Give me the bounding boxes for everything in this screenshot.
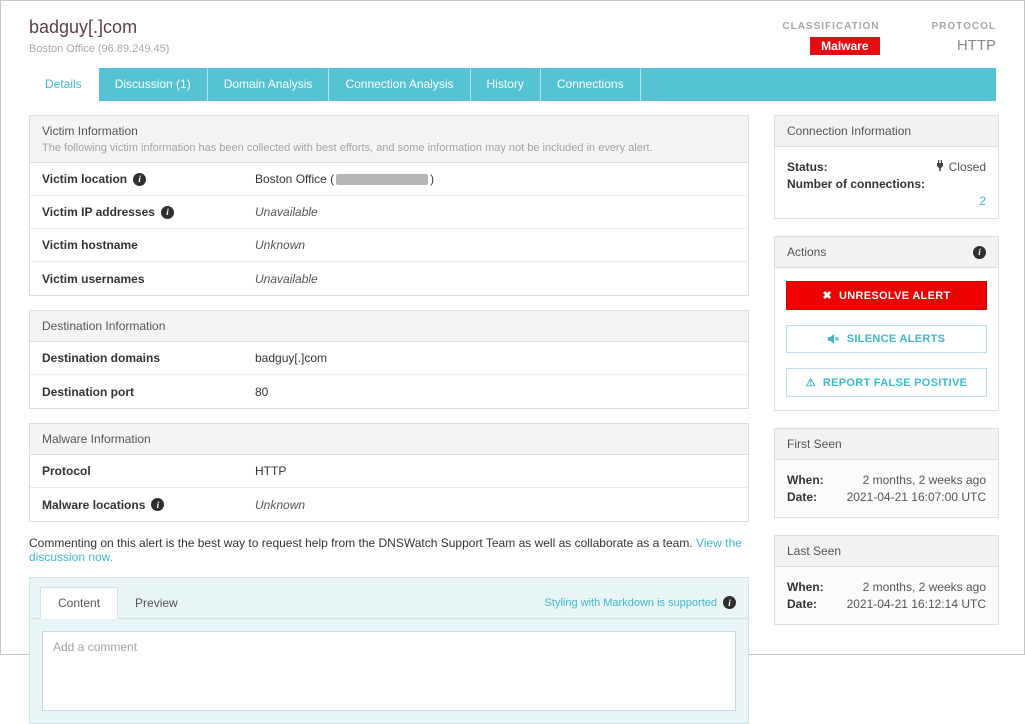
destination-info-title: Destination Information [30, 311, 748, 342]
malware-locations-value: Unknown [255, 498, 305, 512]
classification-label: CLASSIFICATION [782, 21, 879, 32]
victim-ip-row: Victim IP addresses i Unavailable [30, 196, 748, 229]
main-column: Victim Information The following victim … [29, 115, 749, 724]
victim-hostname-label: Victim hostname [42, 238, 138, 252]
victim-location-value: Boston Office ( [255, 172, 334, 186]
destination-info-panel: Destination Information Destination doma… [29, 310, 749, 409]
page-header: badguy[.]com Boston Office (96.89.249.45… [1, 1, 1024, 55]
destination-domains-value: badguy[.]com [255, 351, 327, 365]
victim-ip-value: Unavailable [255, 205, 318, 219]
last-seen-date-value: 2021-04-21 16:12:14 UTC [847, 597, 986, 611]
tab-history[interactable]: History [471, 68, 541, 101]
protocol-row-value: HTTP [255, 464, 286, 478]
markdown-note: Styling with Markdown is supported i [545, 596, 736, 618]
protocol-row: Protocol HTTP [30, 455, 748, 488]
info-icon[interactable]: i [133, 173, 146, 186]
malware-badge: Malware [810, 37, 879, 55]
classification-block: CLASSIFICATION Malware [782, 21, 879, 55]
connection-info-title: Connection Information [775, 116, 998, 147]
first-seen-title: First Seen [775, 429, 998, 460]
tab-connections[interactable]: Connections [541, 68, 641, 101]
victim-hostname-row: Victim hostname Unknown [30, 229, 748, 262]
malware-locations-label: Malware locations [42, 498, 145, 512]
connections-count-link[interactable]: 2 [787, 194, 986, 208]
close-icon: ✖ [823, 289, 833, 302]
last-seen-when-row: When: 2 months, 2 weeks ago [787, 580, 986, 594]
comment-tabs: Content Preview Styling with Markdown is… [30, 578, 748, 619]
status-row: Status: Closed [787, 160, 986, 174]
protocol-row-label: Protocol [42, 464, 255, 478]
redacted-ip [336, 174, 428, 185]
actions-panel: Actions i ✖ UNRESOLVE ALERT SILENCE ALER… [774, 236, 999, 411]
connection-closed-icon [935, 160, 945, 174]
protocol-value: HTTP [932, 37, 996, 54]
report-false-positive-button[interactable]: ⚠ REPORT FALSE POSITIVE [786, 368, 987, 397]
victim-usernames-row: Victim usernames Unavailable [30, 262, 748, 295]
comment-intro-text: Commenting on this alert is the best way… [29, 536, 693, 550]
info-icon[interactable]: i [973, 246, 986, 259]
victim-info-title: Victim Information [42, 124, 736, 138]
info-icon[interactable]: i [151, 498, 164, 511]
first-seen-panel: First Seen When: 2 months, 2 weeks ago D… [774, 428, 999, 518]
comment-widget: Content Preview Styling with Markdown is… [29, 577, 749, 724]
comment-intro: Commenting on this alert is the best way… [29, 536, 749, 564]
destination-domains-row: Destination domains badguy[.]com [30, 342, 748, 375]
victim-usernames-value: Unavailable [255, 272, 318, 286]
victim-location-label: Victim location [42, 172, 127, 186]
first-seen-when-row: When: 2 months, 2 weeks ago [787, 473, 986, 487]
last-seen-when-value: 2 months, 2 weeks ago [863, 580, 986, 594]
first-seen-date-row: Date: 2021-04-21 16:07:00 UTC [787, 490, 986, 504]
victim-usernames-label: Victim usernames [42, 272, 145, 286]
last-seen-panel: Last Seen When: 2 months, 2 weeks ago Da… [774, 535, 999, 625]
connection-info-panel: Connection Information Status: Closed Nu… [774, 115, 999, 219]
tab-comment-content[interactable]: Content [40, 587, 118, 619]
status-label: Status: [787, 160, 828, 174]
info-icon[interactable]: i [723, 596, 736, 609]
info-icon[interactable]: i [161, 206, 174, 219]
tab-comment-preview[interactable]: Preview [118, 588, 195, 618]
malware-info-panel: Malware Information Protocol HTTP Malwar… [29, 423, 749, 522]
tab-discussion[interactable]: Discussion (1) [99, 68, 208, 101]
first-seen-when-value: 2 months, 2 weeks ago [863, 473, 986, 487]
protocol-label: PROTOCOL [932, 21, 996, 32]
warning-icon: ⚠ [806, 376, 816, 389]
alert-identity: badguy[.]com Boston Office (96.89.249.45… [29, 17, 169, 55]
sidebar-column: Connection Information Status: Closed Nu… [774, 115, 999, 724]
malware-info-title: Malware Information [30, 424, 748, 455]
alert-subtitle: Boston Office (96.89.249.45) [29, 43, 169, 55]
silence-alerts-button[interactable]: SILENCE ALERTS [786, 325, 987, 353]
victim-location-row: Victim location i Boston Office ( ) [30, 163, 748, 196]
tab-connection-analysis[interactable]: Connection Analysis [329, 68, 470, 101]
malware-locations-row: Malware locations i Unknown [30, 488, 748, 521]
victim-ip-label: Victim IP addresses [42, 205, 155, 219]
destination-domains-label: Destination domains [42, 351, 255, 365]
page-title: badguy[.]com [29, 17, 169, 38]
victim-hostname-value: Unknown [255, 238, 305, 252]
destination-port-label: Destination port [42, 385, 255, 399]
comment-input[interactable] [42, 631, 736, 711]
destination-port-value: 80 [255, 385, 268, 399]
first-seen-date-value: 2021-04-21 16:07:00 UTC [847, 490, 986, 504]
last-seen-title: Last Seen [775, 536, 998, 567]
victim-info-panel: Victim Information The following victim … [29, 115, 749, 296]
connections-row: Number of connections: [787, 177, 986, 191]
markdown-note-text: Styling with Markdown is supported [545, 597, 717, 609]
status-value: Closed [949, 160, 986, 174]
unresolve-alert-button[interactable]: ✖ UNRESOLVE ALERT [786, 281, 987, 310]
victim-location-suffix: ) [430, 172, 434, 186]
tab-domain-analysis[interactable]: Domain Analysis [208, 68, 330, 101]
tab-details[interactable]: Details [29, 68, 99, 101]
actions-title: Actions [787, 245, 826, 259]
last-seen-date-row: Date: 2021-04-21 16:12:14 UTC [787, 597, 986, 611]
protocol-block: PROTOCOL HTTP [932, 21, 996, 55]
victim-info-description: The following victim information has bee… [42, 142, 736, 154]
mute-icon [828, 334, 840, 344]
header-meta: CLASSIFICATION Malware PROTOCOL HTTP [782, 17, 996, 55]
connections-label: Number of connections: [787, 177, 925, 191]
destination-port-row: Destination port 80 [30, 375, 748, 408]
victim-info-header: Victim Information The following victim … [30, 116, 748, 163]
tab-bar: Details Discussion (1) Domain Analysis C… [29, 68, 996, 101]
